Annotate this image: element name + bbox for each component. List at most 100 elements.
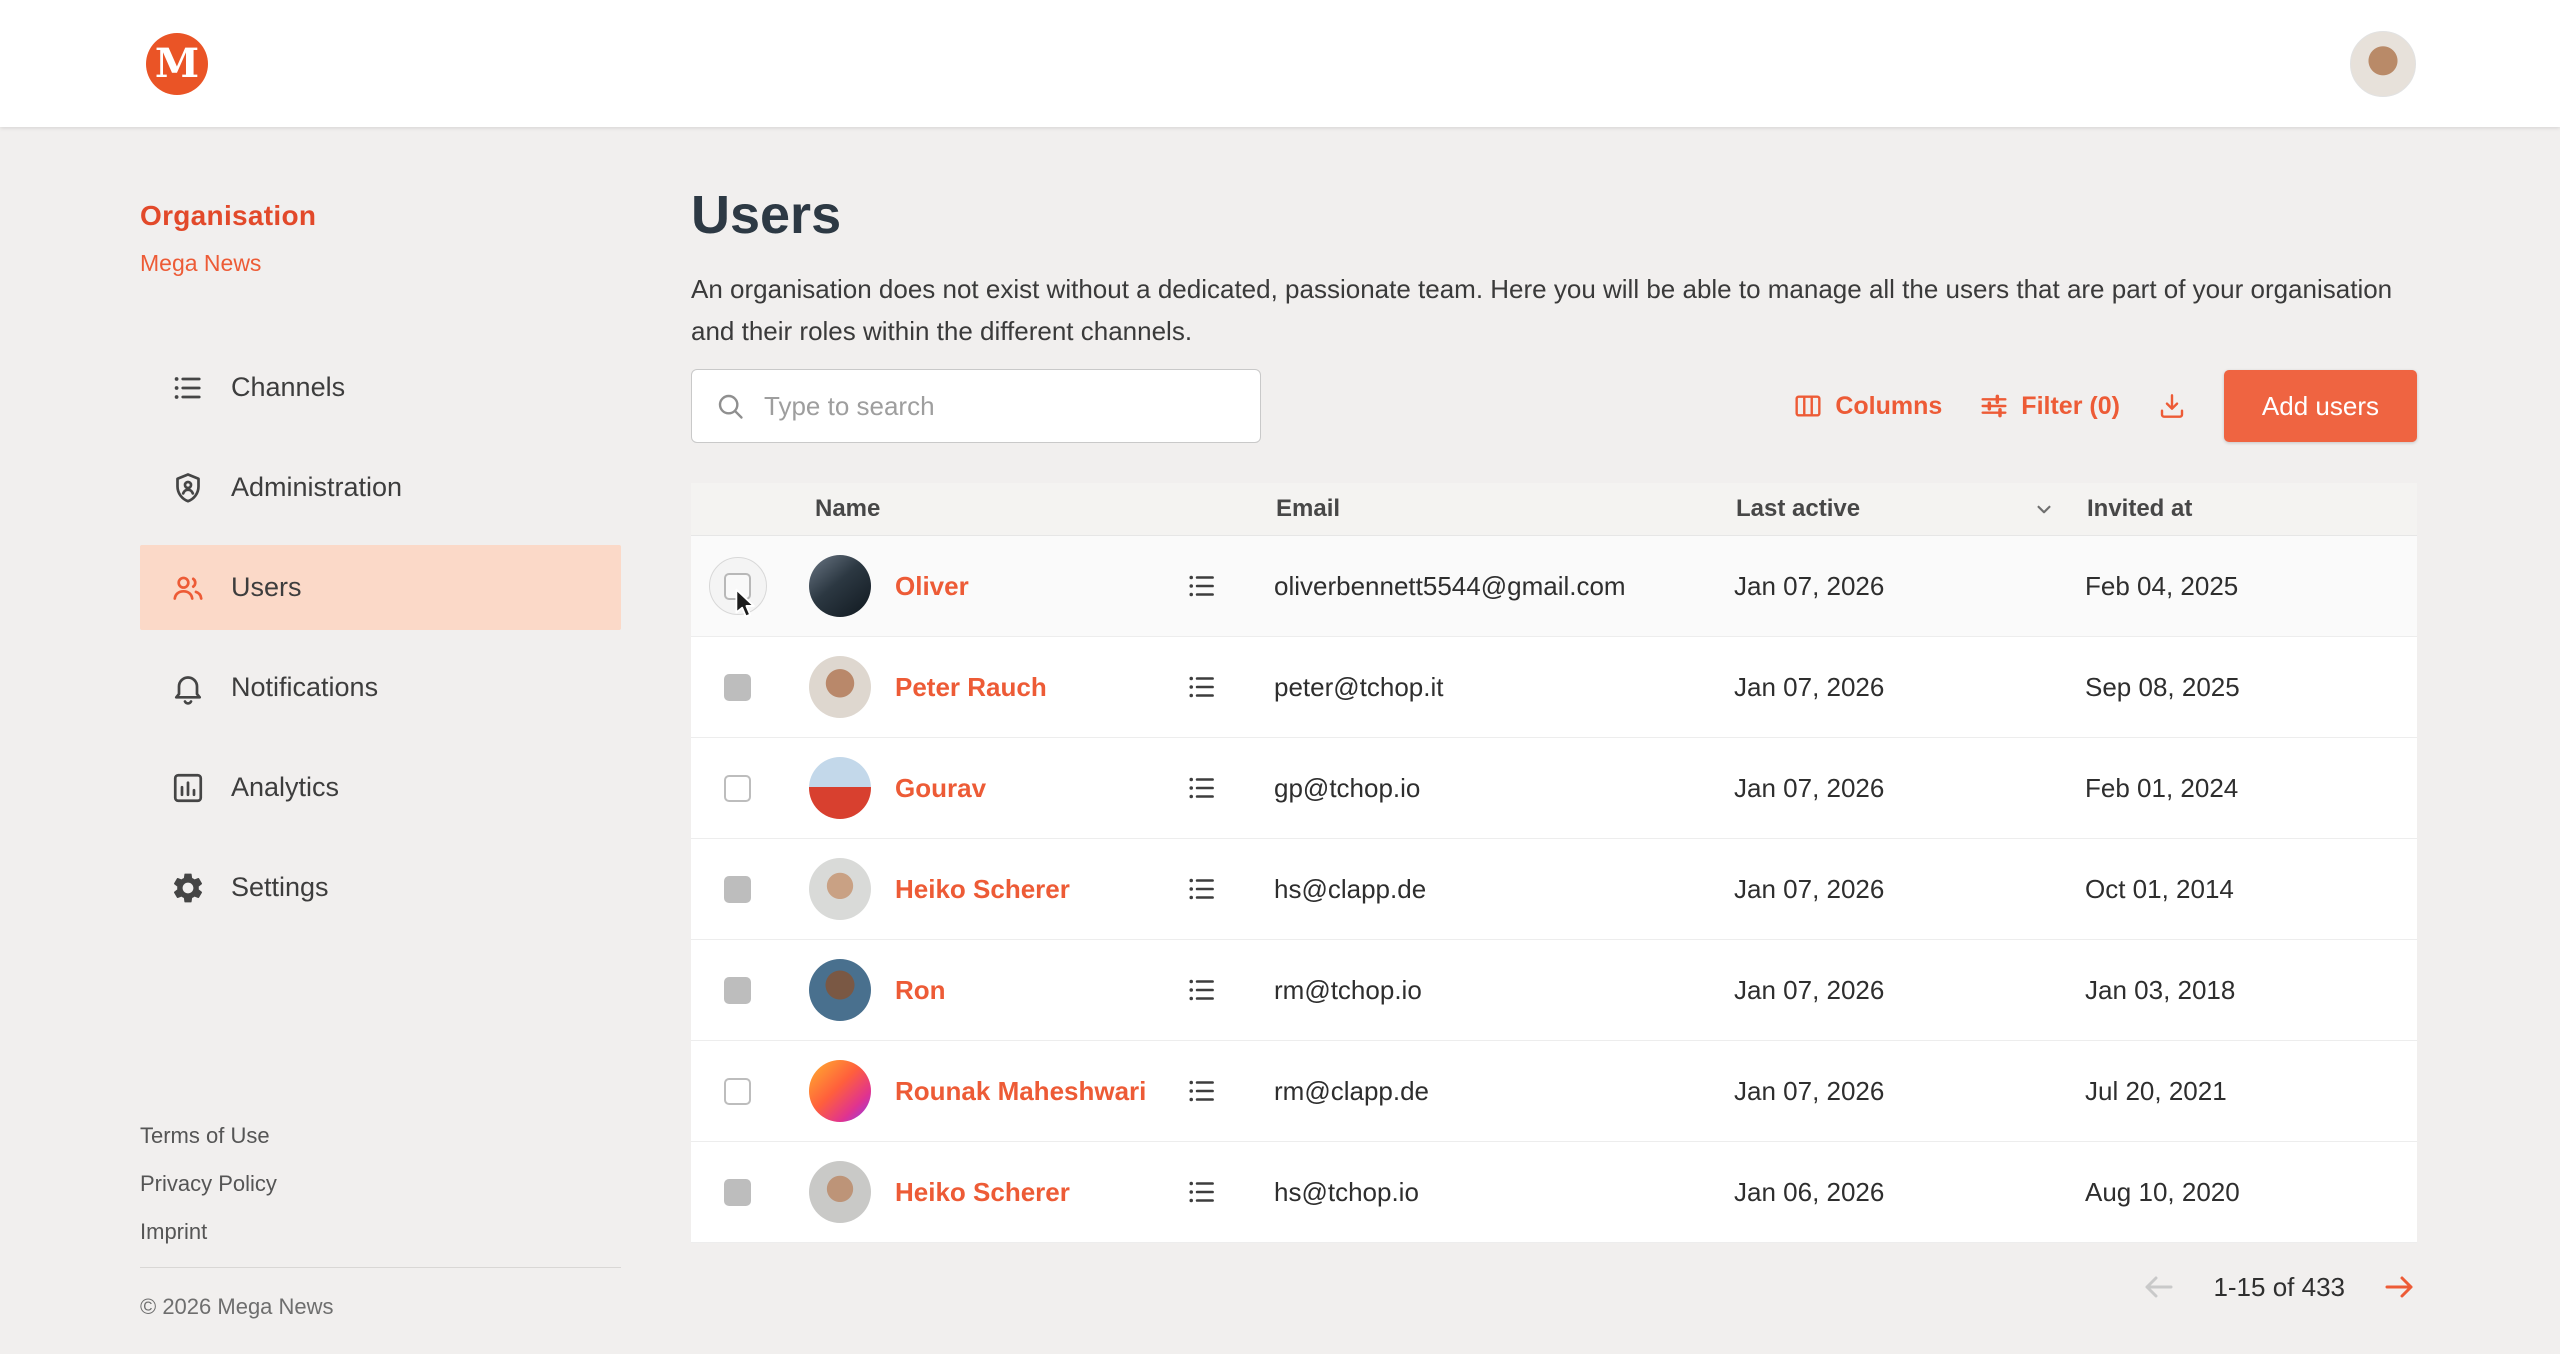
- list-icon[interactable]: [1185, 973, 1219, 1007]
- list-icon[interactable]: [1185, 872, 1219, 906]
- filter-button[interactable]: Filter (0): [1978, 390, 2120, 422]
- sidebar-item-analytics[interactable]: Analytics: [140, 745, 621, 830]
- user-last-active: Jan 07, 2026: [1734, 1076, 2085, 1107]
- user-email: hs@clapp.de: [1274, 874, 1734, 905]
- account-avatar[interactable]: [2350, 31, 2416, 97]
- user-name-link[interactable]: Gourav: [895, 773, 986, 804]
- terms-of-use-link[interactable]: Terms of Use: [140, 1123, 621, 1149]
- row-checkbox[interactable]: [724, 775, 751, 802]
- user-email: oliverbennett5544@gmail.com: [1274, 571, 1734, 602]
- pagination-next-button[interactable]: [2381, 1269, 2417, 1305]
- name-cell: Ron: [809, 959, 1274, 1021]
- sidebar-item-settings[interactable]: Settings: [140, 845, 621, 930]
- list-icon[interactable]: [1185, 569, 1219, 603]
- sidebar-item-administration[interactable]: Administration: [140, 445, 621, 530]
- chart-icon: [170, 770, 206, 806]
- table-row: Gourav gp@tchop.io Jan 07, 2026 Feb 01, …: [691, 738, 2417, 839]
- table-row: Heiko Scherer hs@clapp.de Jan 07, 2026 O…: [691, 839, 2417, 940]
- chevron-down-icon[interactable]: [2031, 496, 2057, 522]
- org-name[interactable]: Mega News: [140, 250, 691, 277]
- list-icon[interactable]: [1185, 1175, 1219, 1209]
- user-name-link[interactable]: Peter Rauch: [895, 672, 1047, 703]
- user-invited-at: Jan 03, 2018: [2085, 975, 2417, 1006]
- sidebar-item-label: Notifications: [231, 672, 378, 703]
- list-icon[interactable]: [1185, 1074, 1219, 1108]
- filter-icon: [1978, 390, 2010, 422]
- row-checkbox[interactable]: [724, 1078, 751, 1105]
- table-header-row: Name Email Last active Invited at: [691, 483, 2417, 536]
- table-row: Ron rm@tchop.io Jan 07, 2026 Jan 03, 201…: [691, 940, 2417, 1041]
- user-invited-at: Feb 01, 2024: [2085, 773, 2417, 804]
- name-cell: Rounak Maheshwari: [809, 1060, 1274, 1122]
- table-row: Oliver oliverbennett5544@gmail.com Jan 0…: [691, 536, 2417, 637]
- pagination-info: 1-15 of 433: [2213, 1272, 2345, 1303]
- row-checkbox[interactable]: [724, 1179, 751, 1206]
- search-icon: [714, 390, 746, 422]
- column-header-invited-at[interactable]: Invited at: [2085, 495, 2417, 523]
- user-avatar: [809, 1060, 871, 1122]
- user-name-link[interactable]: Rounak Maheshwari: [895, 1076, 1146, 1107]
- list-icon: [170, 370, 206, 406]
- table-row: Peter Rauch peter@tchop.it Jan 07, 2026 …: [691, 637, 2417, 738]
- sidebar: Organisation Mega News Channels Administ…: [0, 127, 691, 1354]
- user-name-link[interactable]: Ron: [895, 975, 946, 1006]
- columns-label: Columns: [1835, 392, 1942, 421]
- app-root: M Organisation Mega News Channels Admini…: [0, 0, 2560, 1354]
- user-avatar: [809, 757, 871, 819]
- download-button[interactable]: [2156, 390, 2188, 422]
- imprint-link[interactable]: Imprint: [140, 1219, 621, 1245]
- list-icon[interactable]: [1185, 670, 1219, 704]
- sidebar-item-channels[interactable]: Channels: [140, 345, 621, 430]
- page-title: Users: [691, 184, 2417, 246]
- user-invited-at: Sep 08, 2025: [2085, 672, 2417, 703]
- user-email: rm@tchop.io: [1274, 975, 1734, 1006]
- page-body: Organisation Mega News Channels Administ…: [0, 127, 2560, 1354]
- brand-logo[interactable]: M: [146, 33, 208, 95]
- checkbox-cell: [691, 977, 809, 1004]
- search-input[interactable]: [762, 390, 1238, 423]
- sidebar-item-users[interactable]: Users: [140, 545, 621, 630]
- row-checkbox[interactable]: [724, 876, 751, 903]
- column-header-email[interactable]: Email: [1274, 495, 1734, 523]
- user-name-link[interactable]: Heiko Scherer: [895, 1177, 1070, 1208]
- sidebar-item-label: Users: [231, 572, 302, 603]
- user-avatar: [809, 656, 871, 718]
- row-checkbox[interactable]: [724, 977, 751, 1004]
- arrow-right-icon: [2381, 1269, 2417, 1305]
- user-name-link[interactable]: Heiko Scherer: [895, 874, 1070, 905]
- user-invited-at: Oct 01, 2014: [2085, 874, 2417, 905]
- sidebar-item-label: Administration: [231, 472, 402, 503]
- user-last-active: Jan 07, 2026: [1734, 874, 2085, 905]
- column-header-last-active[interactable]: Last active: [1734, 495, 2085, 523]
- user-name-link[interactable]: Oliver: [895, 571, 969, 602]
- columns-button[interactable]: Columns: [1792, 390, 1942, 422]
- gear-icon: [170, 870, 206, 906]
- add-users-button[interactable]: Add users: [2224, 370, 2417, 442]
- pagination-prev-button[interactable]: [2141, 1269, 2177, 1305]
- checkbox-cell: [691, 1179, 809, 1206]
- user-last-active: Jan 06, 2026: [1734, 1177, 2085, 1208]
- list-icon[interactable]: [1185, 771, 1219, 805]
- download-icon: [2156, 390, 2188, 422]
- bell-icon: [170, 670, 206, 706]
- user-last-active: Jan 07, 2026: [1734, 672, 2085, 703]
- table-row: Heiko Scherer hs@tchop.io Jan 06, 2026 A…: [691, 1142, 2417, 1243]
- sidebar-divider: [140, 1267, 621, 1268]
- checkbox-cell: [691, 876, 809, 903]
- user-invited-at: Aug 10, 2020: [2085, 1177, 2417, 1208]
- privacy-policy-link[interactable]: Privacy Policy: [140, 1171, 621, 1197]
- user-email: peter@tchop.it: [1274, 672, 1734, 703]
- topbar: M: [0, 0, 2560, 127]
- table-row: Rounak Maheshwari rm@clapp.de Jan 07, 20…: [691, 1041, 2417, 1142]
- sidebar-item-label: Analytics: [231, 772, 339, 803]
- copyright-text: © 2026 Mega News: [140, 1294, 621, 1320]
- sidebar-footer: Terms of Use Privacy Policy Imprint © 20…: [140, 1123, 621, 1320]
- shield-icon: [170, 470, 206, 506]
- main-content: Users An organisation does not exist wit…: [691, 127, 2560, 1354]
- columns-icon: [1792, 390, 1824, 422]
- users-icon: [170, 570, 206, 606]
- sidebar-item-notifications[interactable]: Notifications: [140, 645, 621, 730]
- row-checkbox[interactable]: [724, 573, 751, 600]
- row-checkbox[interactable]: [724, 674, 751, 701]
- column-header-name[interactable]: Name: [809, 495, 1274, 523]
